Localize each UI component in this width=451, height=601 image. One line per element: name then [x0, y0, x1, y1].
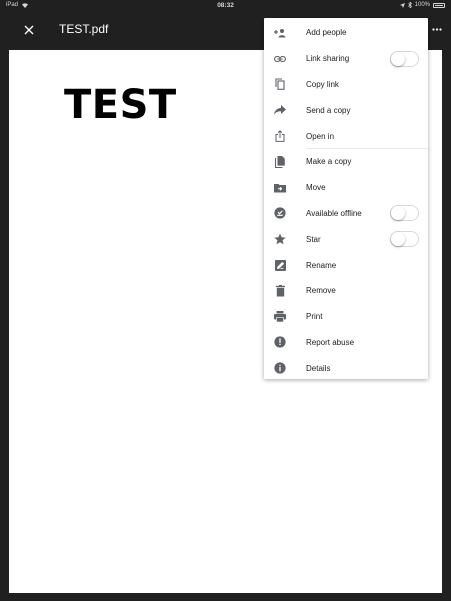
- menu-item-label: Available offline: [306, 208, 362, 218]
- link-sharing-toggle[interactable]: [390, 50, 419, 67]
- file-copy-icon: [274, 155, 286, 168]
- menu-item-label: Report abuse: [306, 337, 355, 347]
- share-arrow-icon: [274, 104, 286, 116]
- link-icon: [274, 53, 286, 65]
- menu-item-label: Send a copy: [306, 105, 351, 115]
- menu-item-remove[interactable]: Remove: [264, 278, 428, 304]
- more-options-button[interactable]: [429, 21, 445, 37]
- location-icon: [399, 2, 405, 8]
- close-icon: [24, 25, 34, 35]
- offline-check-icon: [274, 207, 286, 220]
- battery-icon: [433, 2, 445, 8]
- menu-item-label: Star: [306, 234, 321, 244]
- menu-item-move[interactable]: Move: [264, 175, 428, 201]
- close-button[interactable]: [19, 20, 39, 40]
- menu-item-details[interactable]: Details: [264, 355, 428, 381]
- status-bar: iPad 08:32 100%: [0, 0, 451, 11]
- menu-item-open-in[interactable]: Open in: [264, 123, 428, 149]
- star-icon: [274, 233, 286, 245]
- menu-item-make-copy[interactable]: Make a copy: [264, 149, 428, 175]
- printer-icon: [274, 311, 286, 323]
- star-toggle[interactable]: [390, 231, 419, 248]
- menu-item-label: Open in: [306, 131, 335, 141]
- menu-item-link-sharing[interactable]: Link sharing: [264, 46, 428, 72]
- menu-item-star[interactable]: Star: [264, 226, 428, 252]
- bluetooth-icon: [407, 2, 412, 8]
- menu-item-label: Remove: [306, 286, 336, 296]
- menu-item-label: Details: [306, 363, 331, 373]
- menu-item-label: Move: [306, 183, 326, 193]
- move-folder-icon: [274, 182, 286, 194]
- available-offline-toggle[interactable]: [390, 205, 419, 222]
- copy-icon: [274, 78, 286, 91]
- more-horizontal-icon: [432, 27, 442, 31]
- menu-item-print[interactable]: Print: [264, 304, 428, 330]
- menu-item-rename[interactable]: Rename: [264, 252, 428, 278]
- menu-item-label: Rename: [306, 260, 337, 270]
- add-person-icon: [274, 27, 286, 39]
- menu-item-report-abuse[interactable]: Report abuse: [264, 330, 428, 356]
- battery-percent: 100%: [414, 2, 430, 8]
- menu-item-label: Link sharing: [306, 54, 350, 64]
- rename-icon: [274, 259, 286, 271]
- menu-item-copy-link[interactable]: Copy link: [264, 72, 428, 98]
- trash-icon: [274, 284, 286, 297]
- open-in-icon: [274, 130, 286, 142]
- menu-item-label: Print: [306, 312, 323, 322]
- status-time: 08:32: [217, 2, 234, 9]
- document-content: TEST: [64, 82, 177, 128]
- report-icon: [274, 336, 286, 349]
- menu-item-label: Make a copy: [306, 157, 352, 167]
- menu-item-add-people[interactable]: Add people: [264, 20, 428, 46]
- menu-item-available-offline[interactable]: Available offline: [264, 201, 428, 227]
- menu-item-label: Add people: [306, 28, 347, 38]
- menu-item-send-copy[interactable]: Send a copy: [264, 97, 428, 123]
- status-right: 100%: [399, 2, 445, 8]
- menu-item-label: Copy link: [306, 79, 339, 89]
- overflow-menu: Add people Link sharing Copy link Send a…: [264, 18, 428, 379]
- info-icon: [274, 362, 286, 374]
- file-title: TEST.pdf: [59, 22, 109, 36]
